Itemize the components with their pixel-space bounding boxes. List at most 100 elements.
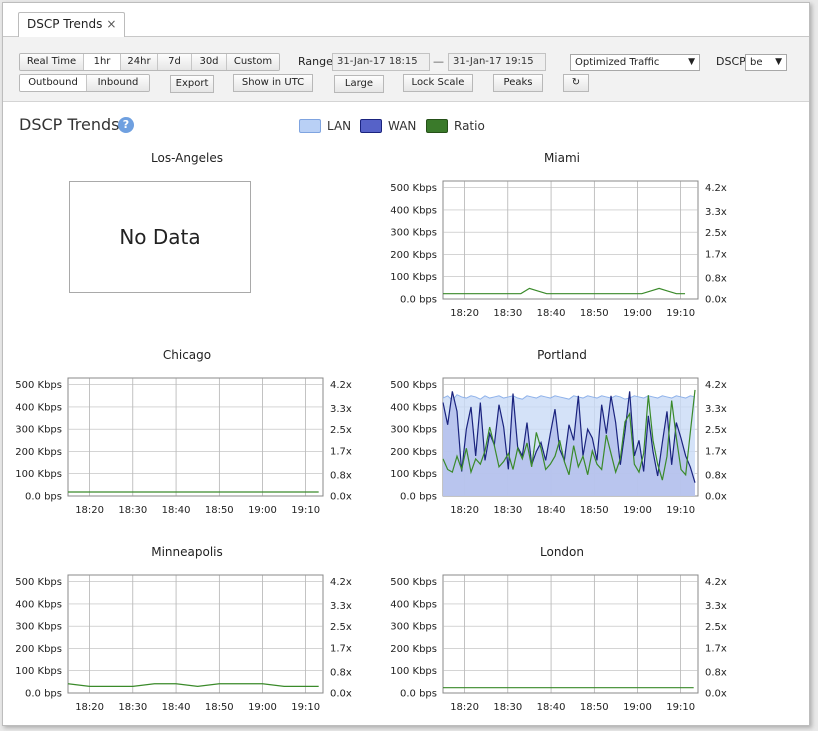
inbound-button[interactable]: Inbound <box>87 75 149 91</box>
y-right-tick-label: 2.5x <box>330 425 352 436</box>
range-start-field[interactable]: 31-Jan-17 18:15 <box>332 53 430 71</box>
chart-title-london: London <box>540 545 584 559</box>
y-right-tick-label: 3.3x <box>705 601 727 612</box>
y-left-tick-label: 100 Kbps <box>390 469 437 480</box>
y-right-tick-label: 0.8x <box>705 273 727 284</box>
x-tick-label: 18:50 <box>580 505 609 516</box>
y-right-tick-label: 0.0x <box>330 492 352 503</box>
time-1hr-button[interactable]: 1hr <box>84 54 121 70</box>
x-tick-label: 19:00 <box>623 702 652 713</box>
y-right-tick-label: 1.7x <box>705 643 727 654</box>
y-right-tick-label: 0.8x <box>330 667 352 678</box>
y-left-tick-label: 200 Kbps <box>15 447 62 458</box>
range-label: Range <box>298 55 333 68</box>
x-tick-label: 19:10 <box>666 308 695 319</box>
x-tick-label: 18:40 <box>162 505 191 516</box>
chart-miami: 18:20 18:30 18:40 18:50 19:00 19:10 500 Kbps 40… <box>390 180 727 319</box>
ratio-swatch <box>426 119 448 133</box>
x-tick-label: 18:20 <box>75 702 104 713</box>
export-button[interactable]: Export <box>170 75 214 93</box>
wan-swatch <box>360 119 382 133</box>
dscp-select[interactable]: be ▼ <box>745 54 787 71</box>
x-tick-label: 18:30 <box>118 505 147 516</box>
x-tick-label: 18:20 <box>75 505 104 516</box>
y-left-tick-label: 300 Kbps <box>390 228 437 239</box>
no-data-box: No Data <box>69 181 251 293</box>
x-tick-label: 18:50 <box>580 702 609 713</box>
y-left-tick-label: 0.0 bps <box>25 689 62 700</box>
time-realtime-button[interactable]: Real Time <box>20 54 84 70</box>
y-left-tick-label: 200 Kbps <box>15 644 62 655</box>
legend-wan[interactable]: WAN <box>360 118 416 134</box>
x-tick-label: 19:10 <box>666 505 695 516</box>
chart-title-portland: Portland <box>537 348 587 362</box>
x-tick-label: 19:10 <box>291 505 320 516</box>
large-button[interactable]: Large <box>334 75 384 93</box>
y-left-tick-label: 500 Kbps <box>390 577 437 588</box>
y-left-tick-label: 500 Kbps <box>15 577 62 588</box>
y-left-tick-label: 500 Kbps <box>15 380 62 391</box>
y-left-tick-label: 500 Kbps <box>390 380 437 391</box>
x-tick-label: 19:00 <box>248 702 277 713</box>
x-tick-label: 19:10 <box>666 702 695 713</box>
time-24hr-button[interactable]: 24hr <box>121 54 158 70</box>
tab-dscp-trends[interactable]: DSCP Trends × <box>18 12 126 38</box>
time-range-group: Real Time 1hr 24hr 7d 30d Custom <box>19 53 280 71</box>
y-left-tick-label: 400 Kbps <box>390 205 437 216</box>
y-left-tick-label: 0.0 bps <box>400 492 437 503</box>
plot-area <box>67 377 324 497</box>
plot-area <box>67 574 324 694</box>
y-right-tick-label: 1.7x <box>705 446 727 457</box>
y-left-tick-label: 400 Kbps <box>15 402 62 413</box>
legend-lan-label: LAN <box>327 119 352 133</box>
y-right-tick-label: 4.2x <box>330 577 352 588</box>
y-right-tick-label: 1.7x <box>330 643 352 654</box>
x-tick-label: 18:50 <box>205 702 234 713</box>
show-in-utc-button[interactable]: Show in UTC <box>233 74 313 92</box>
x-tick-label: 18:40 <box>537 505 566 516</box>
x-tick-label: 19:00 <box>623 505 652 516</box>
x-tick-label: 18:30 <box>118 702 147 713</box>
y-right-tick-label: 2.5x <box>705 622 727 633</box>
chart-london: 18:20 18:30 18:40 18:50 19:00 19:10 500 Kbps 40… <box>390 574 727 713</box>
y-right-tick-label: 0.0x <box>705 295 727 306</box>
dscp-trends-window: DSCP Trends × Real Time 1hr 24hr 7d 30d C… <box>2 2 810 726</box>
y-right-tick-label: 4.2x <box>705 183 727 194</box>
y-left-tick-label: 500 Kbps <box>390 183 437 194</box>
y-left-tick-label: 0.0 bps <box>25 492 62 503</box>
y-left-tick-label: 400 Kbps <box>390 402 437 413</box>
legend-wan-label: WAN <box>388 119 417 133</box>
y-right-tick-label: 3.3x <box>705 404 727 415</box>
x-tick-label: 18:50 <box>580 308 609 319</box>
y-left-tick-label: 300 Kbps <box>390 425 437 436</box>
y-right-tick-label: 0.8x <box>330 470 352 481</box>
time-custom-button[interactable]: Custom <box>227 54 279 70</box>
y-right-tick-label: 1.7x <box>705 249 727 260</box>
y-left-tick-label: 400 Kbps <box>390 599 437 610</box>
y-right-tick-label: 3.3x <box>330 601 352 612</box>
legend-ratio[interactable]: Ratio <box>426 118 485 134</box>
help-icon[interactable]: ? <box>118 117 134 133</box>
y-right-tick-label: 0.8x <box>705 470 727 481</box>
plot-area <box>442 180 699 300</box>
y-left-tick-label: 100 Kbps <box>15 666 62 677</box>
range-end-field[interactable]: 31-Jan-17 19:15 <box>448 53 546 71</box>
tab-bar: DSCP Trends × <box>3 3 809 38</box>
y-left-tick-label: 100 Kbps <box>390 666 437 677</box>
legend-ratio-label: Ratio <box>454 119 485 133</box>
tab-label: DSCP Trends <box>27 17 103 31</box>
lock-scale-button[interactable]: Lock Scale <box>403 74 473 92</box>
chart-title-chicago: Chicago <box>162 348 212 362</box>
y-left-tick-label: 300 Kbps <box>15 622 62 633</box>
legend-lan[interactable]: LAN <box>299 118 351 134</box>
close-icon[interactable]: × <box>106 17 116 31</box>
outbound-button[interactable]: Outbound <box>20 75 87 91</box>
traffic-select[interactable]: Optimized Traffic ▼ <box>570 54 700 71</box>
x-tick-label: 18:40 <box>537 308 566 319</box>
time-7d-button[interactable]: 7d <box>158 54 192 70</box>
direction-group: Outbound Inbound <box>19 74 150 92</box>
peaks-button[interactable]: Peaks <box>493 74 543 92</box>
x-tick-label: 18:40 <box>537 702 566 713</box>
time-30d-button[interactable]: 30d <box>192 54 227 70</box>
refresh-icon[interactable]: ↻ <box>563 74 589 92</box>
